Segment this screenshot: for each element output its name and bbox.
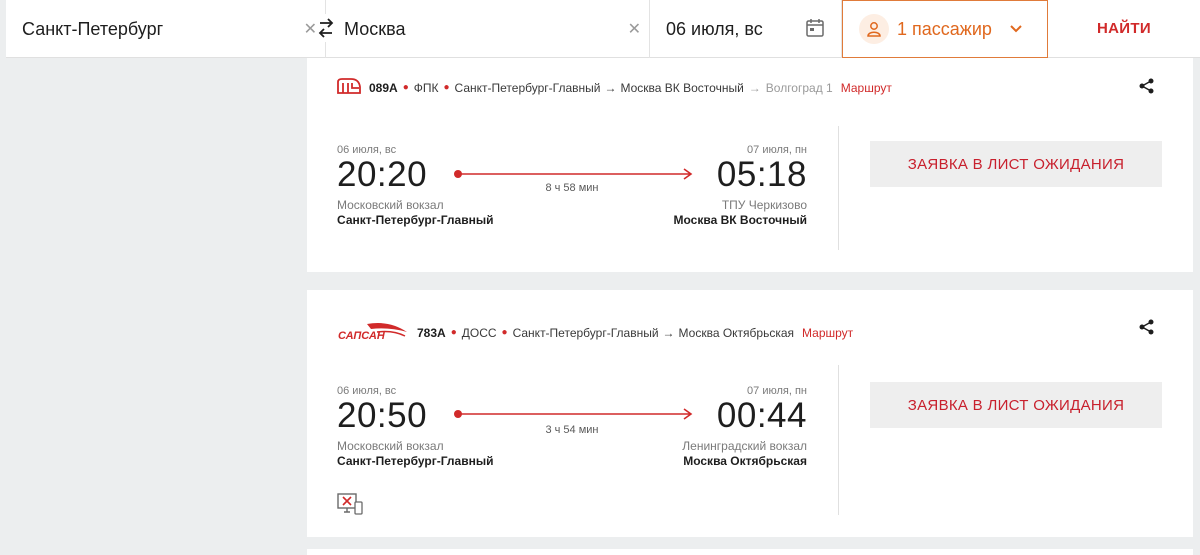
arrival-station-sub: Ленинградский вокзал [682,439,807,453]
clear-to-icon[interactable]: ✕ [628,19,641,39]
route-from: Санкт-Петербург-Главный [454,80,601,95]
train-card: 089А ● ФПК ● Санкт-Петербург-Главный → М… [307,58,1193,272]
arrival-station-sub: ТПУ Черкизово [721,198,807,212]
from-input[interactable]: Санкт-Петербург [22,19,163,40]
date-field[interactable]: 06 июля, вс [650,0,842,58]
divider [838,365,839,515]
route-to: Москва ВК Восточный [620,80,744,95]
from-field[interactable]: Санкт-Петербург ✕ [6,0,326,58]
sapsan-logo-text: САПСАН [338,330,386,342]
search-bar: Санкт-Петербург ✕ Москва ✕ 06 июля, вс 1… [6,0,1200,58]
route-from: Санкт-Петербург-Главный [512,325,659,340]
train-header: САПСАН 783А ● ДОСС ● Санкт-Петербург-Гла… [337,320,853,345]
route-to: Москва Октябрьская [678,325,795,340]
to-field[interactable]: Москва ✕ [318,0,650,58]
carrier: ДОСС [461,325,497,340]
departure-station-sub: Московский вокзал [337,439,444,453]
duration: 3 ч 54 мин [545,424,599,436]
share-icon[interactable] [1139,78,1155,99]
train-number: 783А [417,325,446,340]
sapsan-logo-icon: САПСАН [337,320,409,345]
arrow-right-icon: → [662,325,675,340]
arrival-station: Москва ВК Восточный [673,213,808,227]
to-input[interactable]: Москва [344,19,405,40]
train-number: 089А [369,80,398,95]
share-icon[interactable] [1139,319,1155,340]
departure-station: Санкт-Петербург-Главный [337,454,494,468]
arrival-station: Москва Октябрьская [683,454,807,468]
clear-from-icon[interactable]: ✕ [304,19,317,39]
departure-station: Санкт-Петербург-Главный [337,213,494,227]
waitlist-button[interactable]: ЗАЯВКА В ЛИСТ ОЖИДАНИЯ [870,141,1162,187]
journey-arrow [454,408,693,420]
fpk-train-icon [337,78,361,97]
arrival-time: 05:18 [716,155,807,194]
no-e-registration-icon [337,493,363,520]
next-train-card [307,549,1193,555]
arrival-time: 00:44 [716,396,807,435]
divider [838,126,839,250]
departure-station-sub: Московский вокзал [337,198,444,212]
find-button[interactable]: НАЙТИ [1048,0,1200,57]
route-link[interactable]: Маршрут [802,326,853,340]
chevron-down-icon [1010,20,1022,38]
carrier: ФПК [413,80,439,95]
swap-direction-icon[interactable] [318,14,334,42]
train-card: САПСАН 783А ● ДОСС ● Санкт-Петербург-Гла… [307,290,1193,537]
journey-arrow [454,168,693,180]
calendar-icon[interactable] [805,18,825,43]
route-via: Волгоград 1 [765,80,833,95]
passengers-label: 1 пассажир [897,18,992,39]
departure-time: 20:50 [337,396,428,435]
duration: 8 ч 58 мин [545,182,599,194]
train-header: 089А ● ФПК ● Санкт-Петербург-Главный → М… [337,78,892,97]
waitlist-button[interactable]: ЗАЯВКА В ЛИСТ ОЖИДАНИЯ [870,382,1162,428]
date-input[interactable]: 06 июля, вс [666,19,763,40]
route-link[interactable]: Маршрут [841,81,892,95]
departure-time: 20:20 [337,155,428,194]
arrow-right-icon: → [604,80,617,95]
passenger-icon [859,14,889,44]
arrow-right-icon: → [748,80,761,95]
passengers-selector[interactable]: 1 пассажир [842,0,1048,58]
